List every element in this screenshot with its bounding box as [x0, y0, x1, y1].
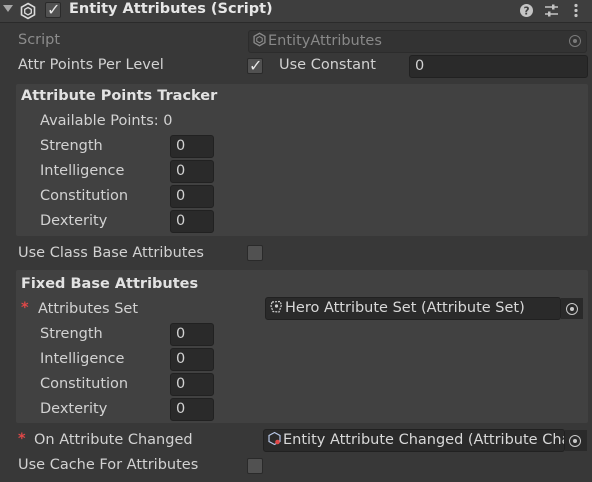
on-attribute-changed-label: On Attribute Changed [34, 432, 193, 448]
attr-points-per-level-input[interactable]: 0 [409, 55, 588, 78]
tracker-dexterity-label: Dexterity [40, 213, 108, 229]
scriptable-object-icon [270, 300, 283, 313]
component-title: Entity Attributes (Script) [69, 1, 273, 17]
attr-points-per-level-label: Attr Points Per Level [18, 57, 164, 73]
component-enabled-checkbox[interactable] [45, 0, 61, 19]
script-cube-icon [253, 32, 266, 47]
more-menu-icon[interactable] [573, 3, 579, 18]
help-icon[interactable]: ? [519, 3, 534, 18]
object-picker-icon[interactable] [569, 435, 581, 447]
script-label: Script [18, 32, 61, 48]
object-picker-icon [569, 35, 581, 47]
game-event-icon [268, 431, 281, 446]
fixed-constitution-label: Constitution [40, 376, 129, 392]
fixed-strength-input[interactable]: 0 [170, 323, 214, 346]
tracker-constitution-label: Constitution [40, 188, 129, 204]
use-cache-for-attributes-label: Use Cache For Attributes [18, 457, 199, 473]
available-points-label: Available Points: 0 [40, 113, 173, 129]
script-cube-icon [20, 2, 36, 20]
foldout-arrow-icon[interactable] [3, 5, 13, 12]
required-marker: * [18, 431, 26, 447]
fixed-dexterity-label: Dexterity [40, 401, 108, 417]
on-attribute-changed-value: Entity Attribute Changed (Attribute Cha [283, 432, 565, 448]
tracker-dexterity-input[interactable]: 0 [170, 210, 214, 233]
attributes-set-value: Hero Attribute Set (Attribute Set) [285, 300, 525, 316]
script-value: EntityAttributes [268, 33, 382, 49]
svg-text:?: ? [523, 5, 529, 17]
fixed-intelligence-label: Intelligence [40, 351, 125, 367]
fixed-constitution-input[interactable]: 0 [170, 373, 214, 396]
fixed-dexterity-input[interactable]: 0 [170, 398, 214, 421]
presets-icon[interactable] [544, 3, 559, 18]
script-object-field: EntityAttributes [248, 30, 587, 53]
use-constant-checkbox[interactable] [247, 56, 263, 75]
tracker-strength-label: Strength [40, 138, 103, 154]
required-marker: * [21, 300, 29, 316]
fixed-strength-label: Strength [40, 326, 103, 342]
use-class-base-attributes-checkbox[interactable] [247, 245, 263, 261]
use-cache-for-attributes-checkbox[interactable] [247, 458, 263, 474]
on-attribute-changed-object-field[interactable]: Entity Attribute Changed (Attribute Cha [263, 429, 565, 452]
tracker-intelligence-label: Intelligence [40, 163, 125, 179]
use-class-base-attributes-label: Use Class Base Attributes [18, 245, 204, 261]
tracker-constitution-input[interactable]: 0 [170, 185, 214, 208]
fixed-intelligence-input[interactable]: 0 [170, 348, 214, 371]
use-constant-label: Use Constant [279, 57, 376, 73]
attribute-points-tracker-heading: Attribute Points Tracker [21, 88, 218, 104]
fixed-base-attributes-heading: Fixed Base Attributes [21, 276, 199, 292]
object-picker-icon[interactable] [566, 303, 578, 315]
tracker-strength-input[interactable]: 0 [170, 135, 214, 158]
attributes-set-label: Attributes Set [38, 301, 138, 317]
tracker-intelligence-input[interactable]: 0 [170, 160, 214, 183]
attributes-set-object-field[interactable]: Hero Attribute Set (Attribute Set) [265, 297, 561, 320]
